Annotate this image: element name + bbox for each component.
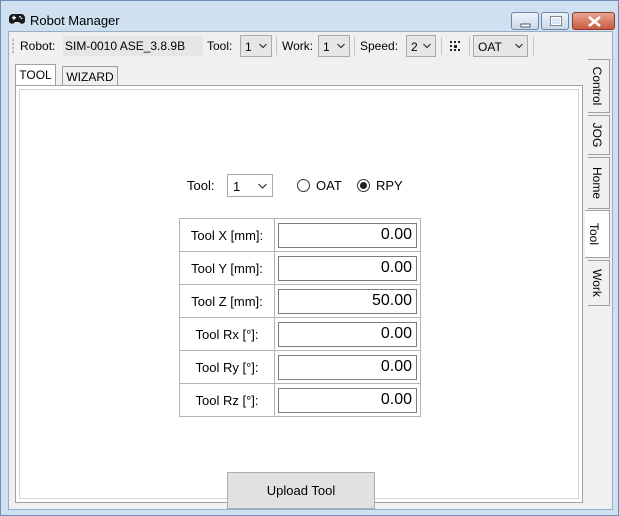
param-row-x: Tool X [mm]: [178,218,421,252]
app-window: Robot Manager Robot: SIM-0010 ASE_3.8.9B… [0,0,619,516]
side-tab-jog[interactable]: JOG [588,115,610,155]
speed-label: Speed: [360,39,399,53]
side-tab-jog-label: JOG [590,122,604,148]
minimize-icon [520,23,531,28]
robot-name-field: SIM-0010 ASE_3.8.9B [63,36,203,56]
minimize-button[interactable] [511,12,539,30]
toolbar-separator [469,37,470,55]
tool-rz-input[interactable] [278,387,418,413]
param-label: Tool Ry [°]: [178,350,276,384]
radio-rpy-label[interactable]: RPY [376,178,403,193]
client-area: Robot: SIM-0010 ASE_3.8.9B Tool: 1 Work:… [8,31,613,510]
tool-rx-input[interactable] [278,321,418,347]
work-select-value: 1 [323,40,330,54]
gamepad-icon [9,14,25,24]
param-row-rx: Tool Rx [°]: [178,317,421,351]
param-row-rz: Tool Rz [°]: [178,383,421,417]
radio-oat[interactable] [297,179,310,192]
chevron-down-icon [258,183,267,189]
tab-tool[interactable]: TOOL [15,64,56,86]
tab-wizard[interactable]: WIZARD [62,66,118,86]
tool-number-select[interactable]: 1 [227,174,273,197]
orientation-select-value: OAT [478,40,502,54]
param-row-z: Tool Z [mm]: [178,284,421,318]
speed-select[interactable]: 2 [406,35,436,57]
close-icon [588,15,601,28]
toolbar: Robot: SIM-0010 ASE_3.8.9B Tool: 1 Work:… [9,32,612,60]
tab-tool-label: TOOL [19,68,52,82]
upload-tool-button[interactable]: Upload Tool [227,472,375,509]
side-tab-work-label: Work [590,269,604,297]
toolbar-separator [441,37,442,55]
param-row-ry: Tool Ry [°]: [178,350,421,384]
robot-label: Robot: [20,39,56,53]
tool-select-label: Tool: [187,178,215,193]
title-bar[interactable]: Robot Manager [1,1,618,31]
tool-number-value: 1 [233,179,241,194]
param-label: Tool Y [mm]: [178,251,276,285]
toolbar-grip[interactable] [12,38,14,54]
frame-grid-icon[interactable] [449,40,462,52]
param-row-y: Tool Y [mm]: [178,251,421,285]
tool-select-value: 1 [245,40,252,54]
tool-tab-page: Tool: 1 OAT RPY Tool X [mm]: Tool Y [mm]… [15,85,583,509]
tool-select[interactable]: 1 [240,35,272,57]
close-button[interactable] [572,12,615,30]
side-tab-tool[interactable]: Tool [585,210,610,258]
toolbar-separator [276,37,277,55]
chevron-down-icon [423,43,431,49]
robot-name-value: SIM-0010 ASE_3.8.9B [65,39,186,53]
side-tab-work[interactable]: Work [588,260,610,306]
side-tab-home-label: Home [590,166,604,200]
tool-x-input[interactable] [278,222,418,248]
tool-label: Tool: [207,39,233,53]
work-select[interactable]: 1 [318,35,350,57]
tool-ry-input[interactable] [278,354,418,380]
work-label: Work: [282,39,314,53]
chevron-down-icon [515,43,523,49]
speed-select-value: 2 [411,40,418,54]
radio-rpy[interactable] [357,179,370,192]
maximize-button[interactable] [541,12,569,30]
tab-wizard-label: WIZARD [66,70,114,84]
param-label: Tool X [mm]: [178,218,276,252]
chevron-down-icon [337,43,345,49]
tool-y-input[interactable] [278,255,418,281]
toolbar-separator [354,37,355,55]
tool-tab-panel: Tool: 1 OAT RPY Tool X [mm]: Tool Y [mm]… [19,89,579,509]
side-tab-tool-label: Tool [587,222,601,246]
radio-oat-label[interactable]: OAT [316,178,342,193]
radio-selected-dot [360,182,367,189]
toolbar-separator [533,37,534,55]
param-label: Tool Rx [°]: [178,317,276,351]
side-tab-home[interactable]: Home [588,157,610,209]
side-tab-control[interactable]: Control [588,59,610,113]
window-title: Robot Manager [30,13,120,28]
param-label: Tool Z [mm]: [178,284,276,318]
orientation-select[interactable]: OAT [473,35,528,57]
side-tab-control-label: Control [590,66,604,106]
chevron-down-icon [259,43,267,49]
param-label: Tool Rz [°]: [178,383,276,417]
tool-z-input[interactable] [278,288,418,314]
tool-params-table: Tool X [mm]: Tool Y [mm]: Tool Z [mm]: T… [178,218,421,417]
maximize-icon [550,16,562,26]
